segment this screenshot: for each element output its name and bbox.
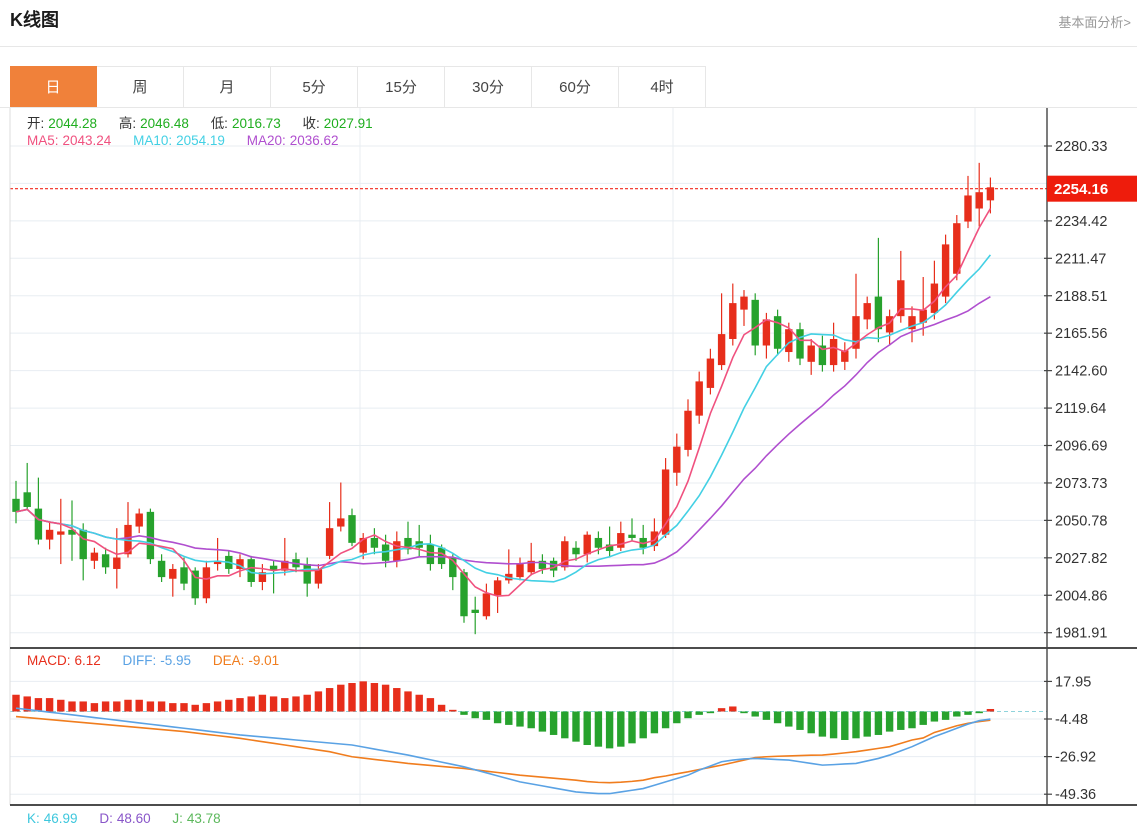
k-label: K: (27, 811, 40, 826)
ma20-value: 2036.62 (289, 133, 339, 148)
macd-value: 6.12 (74, 653, 101, 668)
svg-text:2050.78: 2050.78 (1055, 513, 1107, 529)
diff-label: DIFF: (122, 653, 157, 668)
high-label: 高: (118, 116, 137, 131)
kdj-legend: K: 46.99 D: 48.60 J: 43.78 (27, 811, 225, 826)
dea-label: DEA: (212, 653, 245, 668)
tab-day[interactable]: 日 (10, 66, 97, 108)
svg-text:2254.16: 2254.16 (1054, 181, 1108, 198)
diff-value: -5.95 (160, 653, 192, 668)
dea-value: -9.01 (248, 653, 280, 668)
svg-text:2073.73: 2073.73 (1055, 476, 1107, 492)
j-value: 43.78 (186, 811, 221, 826)
svg-text:2188.51: 2188.51 (1055, 289, 1107, 305)
interval-tab-bar: 日 周 月 5分 15分 30分 60分 4时 (10, 66, 706, 108)
tab-30min[interactable]: 30分 (445, 66, 532, 108)
ma10-value: 2054.19 (176, 133, 225, 148)
ma5-label: MA5: (27, 133, 59, 148)
ma20-label: MA20: (246, 133, 286, 148)
svg-text:2211.47: 2211.47 (1055, 251, 1106, 267)
svg-text:1981.91: 1981.91 (1055, 626, 1107, 642)
tab-5min[interactable]: 5分 (271, 66, 358, 108)
ma5-value: 2043.24 (62, 133, 112, 148)
svg-text:2142.60: 2142.60 (1055, 364, 1107, 380)
fundamental-analysis-link[interactable]: 基本面分析> (1058, 12, 1131, 31)
open-value: 2044.28 (48, 116, 98, 131)
title-divider (0, 46, 1137, 47)
j-label: J: (172, 811, 183, 826)
close-label: 收: (302, 116, 320, 131)
svg-text:2165.56: 2165.56 (1055, 326, 1107, 342)
svg-text:17.95: 17.95 (1055, 674, 1091, 690)
ohlc-legend: 开: 2044.28 高: 2046.48 低: 2016.73 收: 2027.91 (27, 112, 377, 132)
page-title: K线图 (10, 10, 59, 30)
tab-month[interactable]: 月 (184, 66, 271, 108)
tab-15min[interactable]: 15分 (358, 66, 445, 108)
svg-text:2234.42: 2234.42 (1055, 214, 1107, 230)
high-value: 2046.48 (140, 116, 189, 131)
ma10-label: MA10: (133, 133, 173, 148)
ma-legend: MA5: 2043.24 MA10: 2054.19 MA20: 2036.62 (27, 133, 343, 148)
low-value: 2016.73 (231, 116, 281, 131)
tab-60min[interactable]: 60分 (532, 66, 619, 108)
close-value: 2027.91 (323, 116, 373, 131)
candlestick-chart[interactable]: 2280.33 2234.42 2211.47 2188.51 2165.56 2142.… (0, 108, 1137, 836)
low-label: 低: (210, 116, 228, 131)
tab-week[interactable]: 周 (97, 66, 184, 108)
tab-4hour[interactable]: 4时 (619, 66, 706, 108)
svg-text:2004.86: 2004.86 (1055, 588, 1107, 604)
svg-text:2027.82: 2027.82 (1055, 551, 1107, 567)
svg-text:-49.36: -49.36 (1055, 787, 1096, 803)
svg-text:2096.69: 2096.69 (1055, 439, 1107, 455)
macd-label: MACD: (27, 653, 71, 668)
d-value: 48.60 (116, 811, 151, 826)
kline-page: { "header": { "title": "K线图", "link": "基… (0, 0, 1137, 836)
svg-text:2119.64: 2119.64 (1055, 401, 1106, 417)
svg-text:2280.33: 2280.33 (1055, 139, 1107, 155)
macd-legend: MACD: 6.12 DIFF: -5.95 DEA: -9.01 (27, 653, 283, 668)
d-label: D: (99, 811, 113, 826)
k-value: 46.99 (43, 811, 78, 826)
svg-text:-4.48: -4.48 (1055, 712, 1088, 728)
svg-text:-26.92: -26.92 (1055, 750, 1096, 766)
open-label: 开: (27, 116, 45, 131)
